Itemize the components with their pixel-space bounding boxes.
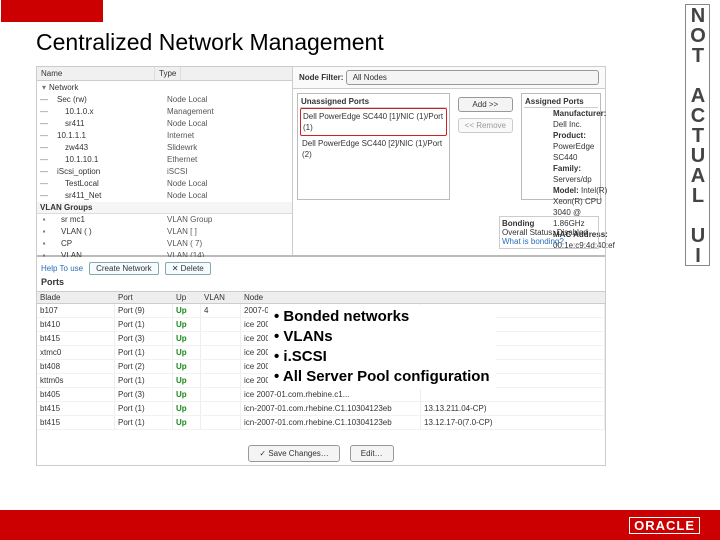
tree-item[interactable]: —10.1.1.1Internet <box>37 130 292 142</box>
help-link[interactable]: Help To use <box>41 264 83 273</box>
unassigned-ports: Unassigned Ports Dell PowerEdge SC440 [1… <box>297 93 450 200</box>
bonding-help-link[interactable]: What is bonding? <box>502 237 596 246</box>
port-item[interactable]: Dell PowerEdge SC440 [2]/NIC (1)/Port (2… <box>300 136 447 162</box>
minus-icon: ▾ <box>39 82 49 94</box>
node-filter-select[interactable]: All Nodes <box>346 70 599 85</box>
tree-item[interactable]: —zw443Slidewrk <box>37 142 292 154</box>
network-panel: Name Type ▾ Network —Sec (rw)Node Local—… <box>37 67 605 257</box>
vlan-item[interactable]: ▪sr mc1VLAN Group <box>37 214 292 226</box>
tree-item[interactable]: —10.1.0.xManagement <box>37 106 292 118</box>
tree-root[interactable]: ▾ Network <box>37 82 292 94</box>
ports-section-label: Ports <box>41 277 64 287</box>
vlan-item[interactable]: ▪VLANVLAN (14) <box>37 250 292 257</box>
feature-bullets: Bonded networks VLANs i.SCSI All Server … <box>268 305 496 389</box>
bullet: VLANs <box>274 327 490 347</box>
tree-item[interactable]: —iScsi_optioniSCSI <box>37 166 292 178</box>
node-filter: Node Filter: All Nodes <box>293 67 605 89</box>
network-tree: ▾ Network —Sec (rw)Node Local—10.1.0.xMa… <box>37 82 292 257</box>
table-row[interactable]: bt405Port (3)Upice 2007-01.com.rhebine.c… <box>37 388 605 402</box>
tree-item[interactable]: —Sec (rw)Node Local <box>37 94 292 106</box>
bullet: All Server Pool configuration <box>274 367 490 387</box>
tree-item[interactable]: —10.1.10.1Ethernet <box>37 154 292 166</box>
toolbar: Help To use Create Network ✕ Delete <box>37 259 605 277</box>
tree-item[interactable]: —TestLocalNode Local <box>37 178 292 190</box>
ports-table-header: Blade Port Up VLAN Node <box>37 292 605 304</box>
tree-item[interactable]: —sr411_NetNode Local <box>37 190 292 202</box>
bottom-buttons: ✓ Save Changes… Edit… <box>37 445 605 462</box>
page-title: Centralized Network Management <box>36 29 384 56</box>
bonding-box: Bonding Overall Status: Disabled What is… <box>499 216 599 249</box>
bullet: i.SCSI <box>274 347 490 367</box>
vlan-item[interactable]: ▪VLAN ( )VLAN [ ] <box>37 226 292 238</box>
vlan-item[interactable]: ▪CPVLAN ( 7) <box>37 238 292 250</box>
edit-button[interactable]: Edit… <box>350 445 394 462</box>
table-row[interactable]: bt415Port (1)Upicn-2007-01.com.rhebine.C… <box>37 416 605 430</box>
port-item[interactable]: Dell PowerEdge SC440 [1]/NIC (1)/Port (1… <box>300 108 447 136</box>
delete-button[interactable]: ✕ Delete <box>165 262 211 275</box>
app-screenshot: Name Type ▾ Network —Sec (rw)Node Local—… <box>36 66 606 466</box>
col-type: Type <box>155 67 181 80</box>
bullet: Bonded networks <box>274 307 490 327</box>
col-name: Name <box>37 67 155 80</box>
save-button[interactable]: ✓ Save Changes… <box>248 445 339 462</box>
footer-bar <box>0 510 720 540</box>
ports-panel: Node Filter: All Nodes Unassigned Ports … <box>292 67 605 255</box>
vlan-groups-header[interactable]: VLAN Groups <box>37 202 292 214</box>
accent-block <box>1 0 103 22</box>
tree-item[interactable]: —sr411Node Local <box>37 118 292 130</box>
add-button[interactable]: Add >> <box>458 97 513 112</box>
watermark-label: NOT ACTUAL UI <box>685 4 710 266</box>
oracle-logo: ORACLE <box>629 517 700 534</box>
table-row[interactable]: bt415Port (1)Upicn-2007-01.com.rhebine.C… <box>37 402 605 416</box>
remove-button[interactable]: << Remove <box>458 118 513 133</box>
create-network-button[interactable]: Create Network <box>89 262 159 275</box>
